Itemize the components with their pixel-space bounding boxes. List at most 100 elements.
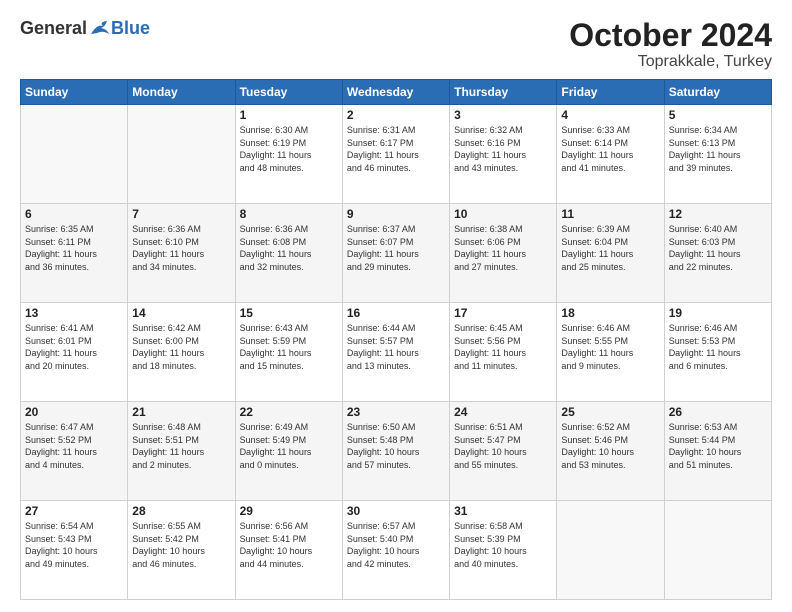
day-number: 9 — [347, 207, 445, 221]
day-number: 26 — [669, 405, 767, 419]
day-info: Sunrise: 6:44 AM Sunset: 5:57 PM Dayligh… — [347, 322, 445, 372]
day-number: 30 — [347, 504, 445, 518]
calendar-cell: 3 Sunrise: 6:32 AM Sunset: 6:16 PM Daylig… — [450, 105, 557, 204]
header: General Blue October 2024 Toprakkale, Tu… — [20, 18, 772, 71]
calendar-cell: 2Sunrise: 6:31 AM Sunset: 6:17 PM Daylig… — [342, 105, 449, 204]
calendar-cell — [128, 105, 235, 204]
calendar-cell: 29 Sunrise: 6:56 AM Sunset: 5:41 PM Dayli… — [235, 501, 342, 600]
day-number: 18 — [561, 306, 659, 320]
day-number: 17 — [454, 306, 552, 320]
logo-bird-icon — [89, 20, 111, 38]
day-info: Sunrise: 6:43 AM Sunset: 5:59 PM Dayligh… — [240, 322, 338, 372]
day-number: 21 — [132, 405, 230, 419]
calendar-cell: 16 Sunrise: 6:44 AM Sunset: 5:57 PM Dayli… — [342, 303, 449, 402]
day-number: 3 — [454, 108, 552, 122]
day-number: 29 — [240, 504, 338, 518]
day-number: 31 — [454, 504, 552, 518]
col-header-friday: Friday — [557, 80, 664, 105]
calendar-cell — [21, 105, 128, 204]
calendar-cell: 20Sunrise: 6:47 AM Sunset: 5:52 PM Dayli… — [21, 402, 128, 501]
day-number: 16 — [347, 306, 445, 320]
col-header-thursday: Thursday — [450, 80, 557, 105]
day-info: Sunrise: 6:32 AM Sunset: 6:16 PM Dayligh… — [454, 124, 552, 174]
calendar-cell: 27 Sunrise: 6:54 AM Sunset: 5:43 PM Dayli… — [21, 501, 128, 600]
day-number: 7 — [132, 207, 230, 221]
calendar-cell: 10Sunrise: 6:38 AM Sunset: 6:06 PM Dayli… — [450, 204, 557, 303]
calendar-cell: 21 Sunrise: 6:48 AM Sunset: 5:51 PM Dayli… — [128, 402, 235, 501]
calendar-cell: 1 Sunrise: 6:30 AM Sunset: 6:19 PM Daylig… — [235, 105, 342, 204]
day-number: 5 — [669, 108, 767, 122]
day-number: 15 — [240, 306, 338, 320]
day-info: Sunrise: 6:36 AM Sunset: 6:08 PM Dayligh… — [240, 223, 338, 273]
week-row-4: 20Sunrise: 6:47 AM Sunset: 5:52 PM Dayli… — [21, 402, 772, 501]
day-info: Sunrise: 6:48 AM Sunset: 5:51 PM Dayligh… — [132, 421, 230, 471]
day-info: Sunrise: 6:45 AM Sunset: 5:56 PM Dayligh… — [454, 322, 552, 372]
day-info: Sunrise: 6:51 AM Sunset: 5:47 PM Dayligh… — [454, 421, 552, 471]
day-number: 27 — [25, 504, 123, 518]
day-number: 13 — [25, 306, 123, 320]
calendar-cell — [664, 501, 771, 600]
calendar-cell: 28 Sunrise: 6:55 AM Sunset: 5:42 PM Dayli… — [128, 501, 235, 600]
calendar-cell: 9Sunrise: 6:37 AM Sunset: 6:07 PM Daylig… — [342, 204, 449, 303]
col-header-sunday: Sunday — [21, 80, 128, 105]
day-info: Sunrise: 6:56 AM Sunset: 5:41 PM Dayligh… — [240, 520, 338, 570]
day-number: 24 — [454, 405, 552, 419]
day-number: 22 — [240, 405, 338, 419]
calendar-cell: 19 Sunrise: 6:46 AM Sunset: 5:53 PM Dayli… — [664, 303, 771, 402]
logo-blue: Blue — [111, 18, 150, 39]
day-info: Sunrise: 6:57 AM Sunset: 5:40 PM Dayligh… — [347, 520, 445, 570]
day-number: 1 — [240, 108, 338, 122]
day-info: Sunrise: 6:47 AM Sunset: 5:52 PM Dayligh… — [25, 421, 123, 471]
day-info: Sunrise: 6:46 AM Sunset: 5:53 PM Dayligh… — [669, 322, 767, 372]
logo-general: General — [20, 18, 87, 39]
week-row-3: 13 Sunrise: 6:41 AM Sunset: 6:01 PM Dayli… — [21, 303, 772, 402]
calendar-cell: 15 Sunrise: 6:43 AM Sunset: 5:59 PM Dayli… — [235, 303, 342, 402]
calendar-cell: 5 Sunrise: 6:34 AM Sunset: 6:13 PM Daylig… — [664, 105, 771, 204]
calendar-cell: 4Sunrise: 6:33 AM Sunset: 6:14 PM Daylig… — [557, 105, 664, 204]
day-info: Sunrise: 6:31 AM Sunset: 6:17 PM Dayligh… — [347, 124, 445, 174]
calendar-cell — [557, 501, 664, 600]
day-info: Sunrise: 6:40 AM Sunset: 6:03 PM Dayligh… — [669, 223, 767, 273]
calendar-cell: 17 Sunrise: 6:45 AM Sunset: 5:56 PM Dayli… — [450, 303, 557, 402]
day-info: Sunrise: 6:50 AM Sunset: 5:48 PM Dayligh… — [347, 421, 445, 471]
day-info: Sunrise: 6:30 AM Sunset: 6:19 PM Dayligh… — [240, 124, 338, 174]
calendar-cell: 24 Sunrise: 6:51 AM Sunset: 5:47 PM Dayli… — [450, 402, 557, 501]
calendar-cell: 7Sunrise: 6:36 AM Sunset: 6:10 PM Daylig… — [128, 204, 235, 303]
day-info: Sunrise: 6:42 AM Sunset: 6:00 PM Dayligh… — [132, 322, 230, 372]
day-number: 25 — [561, 405, 659, 419]
day-number: 28 — [132, 504, 230, 518]
day-info: Sunrise: 6:55 AM Sunset: 5:42 PM Dayligh… — [132, 520, 230, 570]
day-info: Sunrise: 6:53 AM Sunset: 5:44 PM Dayligh… — [669, 421, 767, 471]
day-number: 19 — [669, 306, 767, 320]
calendar-cell: 6Sunrise: 6:35 AM Sunset: 6:11 PM Daylig… — [21, 204, 128, 303]
page: General Blue October 2024 Toprakkale, Tu… — [0, 0, 792, 612]
calendar-header-row: SundayMondayTuesdayWednesdayThursdayFrid… — [21, 80, 772, 105]
calendar-cell: 18Sunrise: 6:46 AM Sunset: 5:55 PM Dayli… — [557, 303, 664, 402]
calendar-cell: 31Sunrise: 6:58 AM Sunset: 5:39 PM Dayli… — [450, 501, 557, 600]
day-number: 23 — [347, 405, 445, 419]
calendar-cell: 25Sunrise: 6:52 AM Sunset: 5:46 PM Dayli… — [557, 402, 664, 501]
week-row-2: 6Sunrise: 6:35 AM Sunset: 6:11 PM Daylig… — [21, 204, 772, 303]
day-number: 4 — [561, 108, 659, 122]
title-area: October 2024 Toprakkale, Turkey — [569, 18, 772, 71]
day-info: Sunrise: 6:49 AM Sunset: 5:49 PM Dayligh… — [240, 421, 338, 471]
col-header-saturday: Saturday — [664, 80, 771, 105]
day-info: Sunrise: 6:39 AM Sunset: 6:04 PM Dayligh… — [561, 223, 659, 273]
calendar-cell: 22 Sunrise: 6:49 AM Sunset: 5:49 PM Dayli… — [235, 402, 342, 501]
week-row-5: 27 Sunrise: 6:54 AM Sunset: 5:43 PM Dayli… — [21, 501, 772, 600]
day-info: Sunrise: 6:41 AM Sunset: 6:01 PM Dayligh… — [25, 322, 123, 372]
day-info: Sunrise: 6:54 AM Sunset: 5:43 PM Dayligh… — [25, 520, 123, 570]
calendar-cell: 26 Sunrise: 6:53 AM Sunset: 5:44 PM Dayli… — [664, 402, 771, 501]
day-number: 8 — [240, 207, 338, 221]
location: Toprakkale, Turkey — [569, 53, 772, 71]
col-header-monday: Monday — [128, 80, 235, 105]
day-info: Sunrise: 6:34 AM Sunset: 6:13 PM Dayligh… — [669, 124, 767, 174]
day-info: Sunrise: 6:38 AM Sunset: 6:06 PM Dayligh… — [454, 223, 552, 273]
day-info: Sunrise: 6:35 AM Sunset: 6:11 PM Dayligh… — [25, 223, 123, 273]
calendar-cell: 12 Sunrise: 6:40 AM Sunset: 6:03 PM Dayli… — [664, 204, 771, 303]
col-header-wednesday: Wednesday — [342, 80, 449, 105]
day-number: 11 — [561, 207, 659, 221]
month-title: October 2024 — [569, 18, 772, 53]
day-number: 12 — [669, 207, 767, 221]
calendar-cell: 11 Sunrise: 6:39 AM Sunset: 6:04 PM Dayli… — [557, 204, 664, 303]
